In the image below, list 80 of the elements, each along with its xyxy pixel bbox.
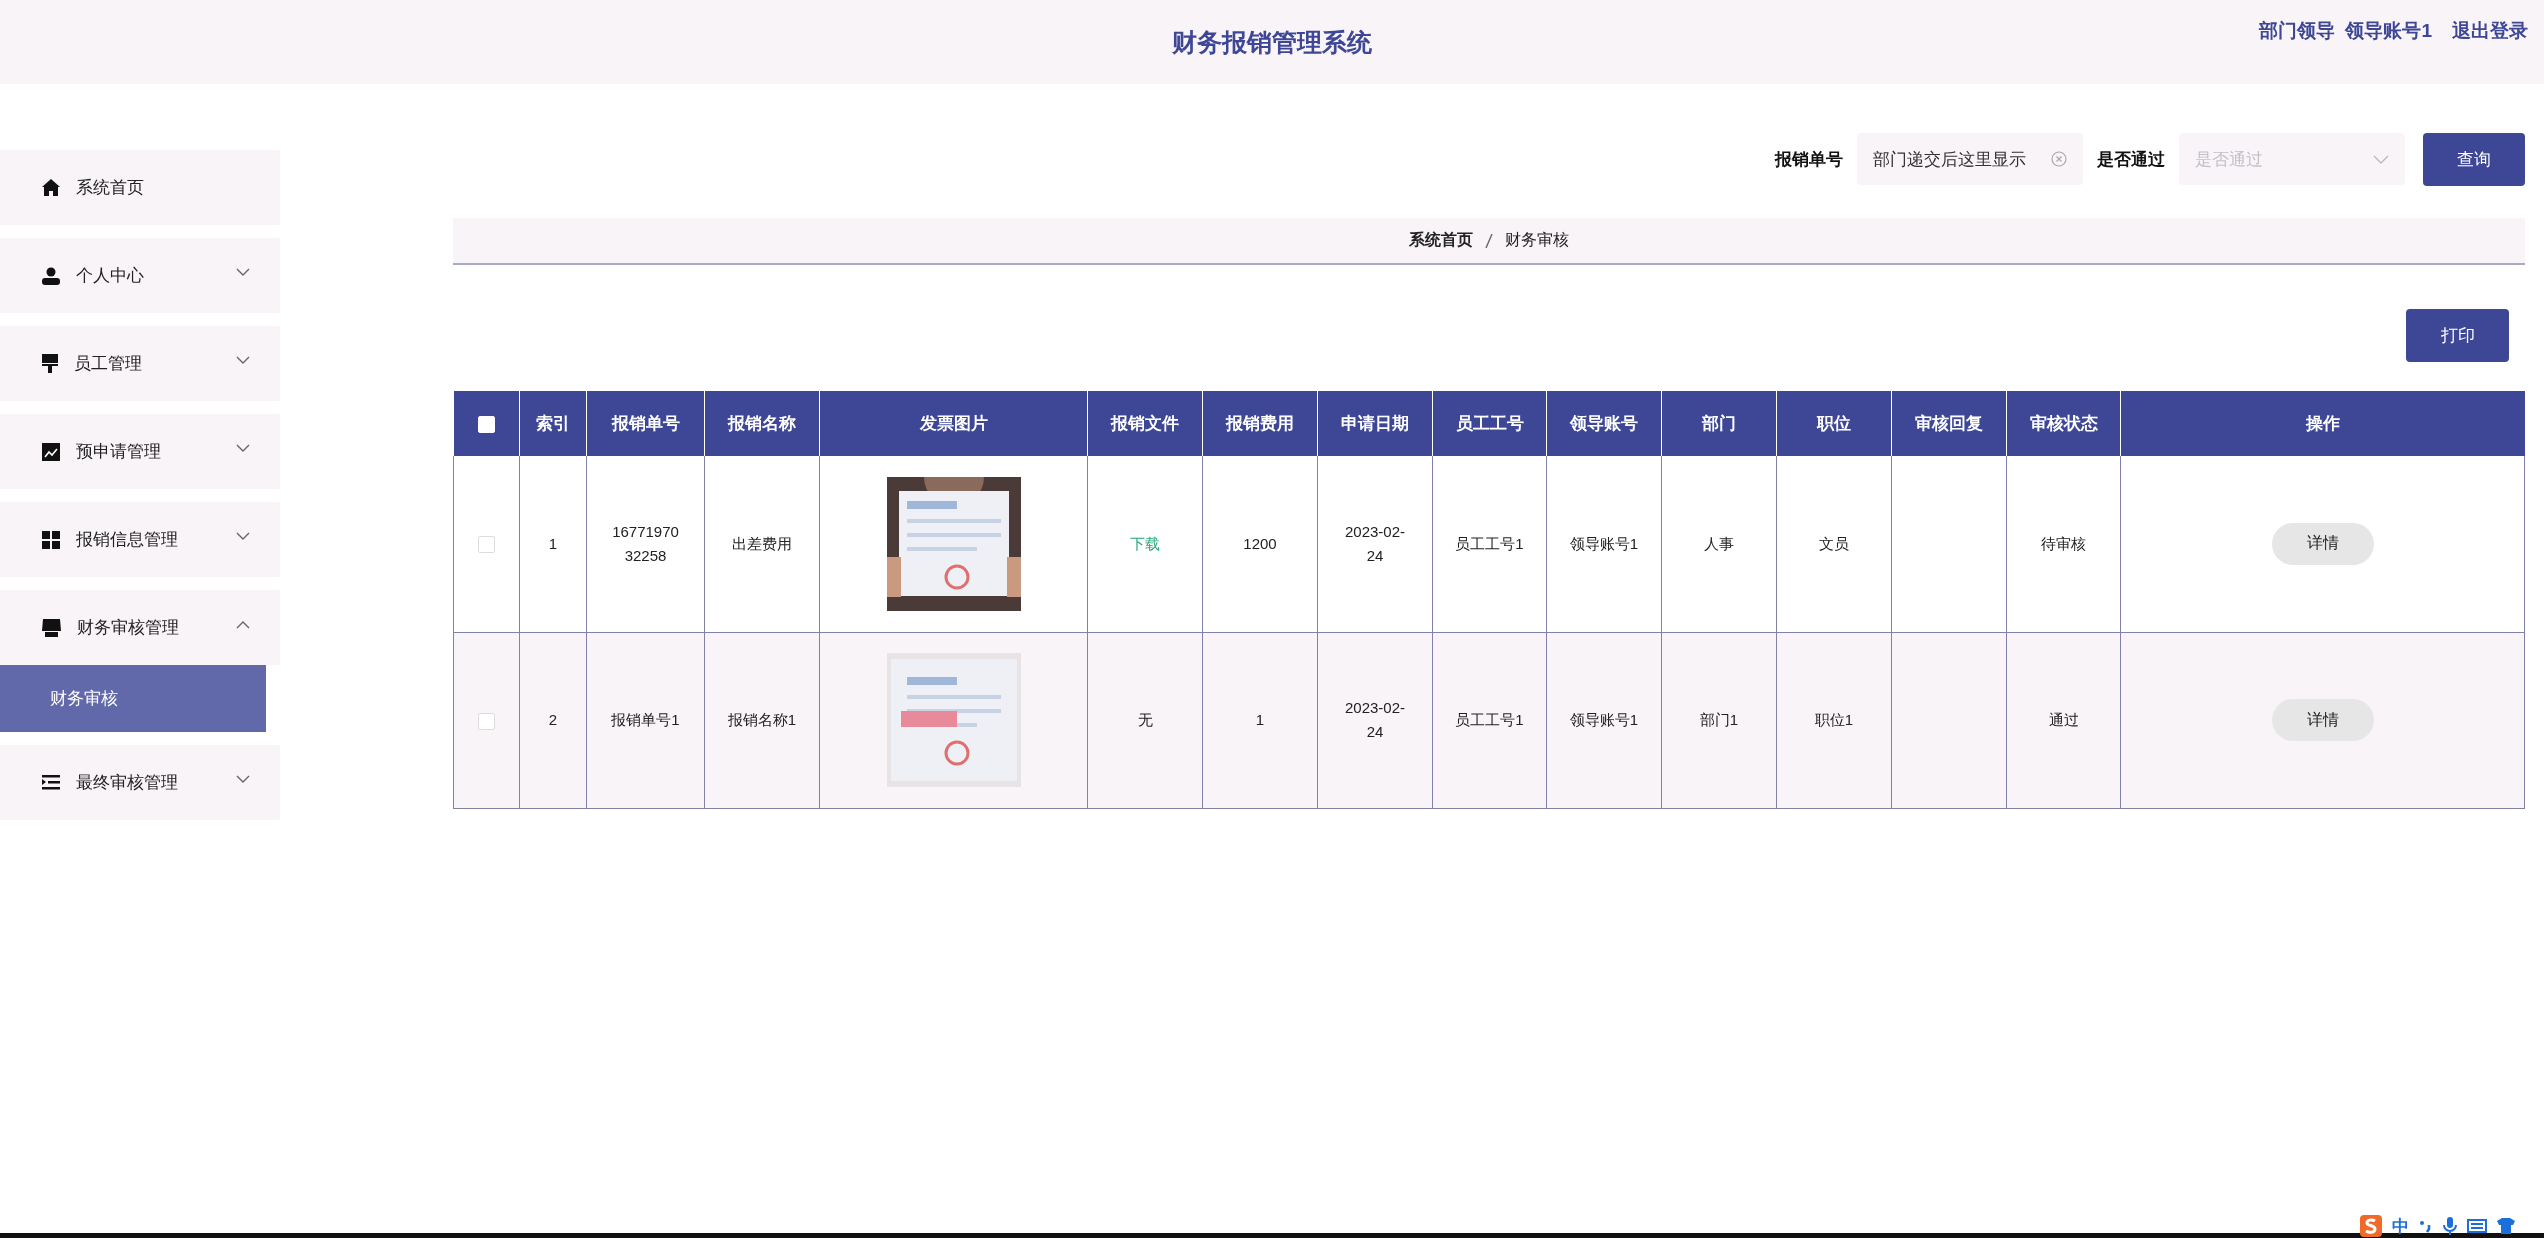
chevron-icon: [236, 532, 250, 541]
separator-icon: [1485, 233, 1493, 248]
menu-item[interactable]: 财务审核管理: [0, 590, 280, 665]
chart-icon: [42, 442, 60, 461]
keyboard-icon[interactable]: [2467, 1219, 2487, 1233]
detail-button[interactable]: 详情: [2271, 699, 2374, 741]
grid-icon: [42, 530, 60, 549]
list-icon: [42, 775, 60, 790]
breadcrumb-item[interactable]: 系统首页: [1409, 230, 1473, 251]
table-cell: 人事: [1704, 534, 1734, 552]
field-label: 是否通过: [2097, 148, 2165, 171]
table-cell: 2: [548, 711, 558, 728]
shirt-icon[interactable]: [2497, 1218, 2515, 1234]
checkbox[interactable]: [478, 712, 495, 730]
table-cell: 员工工号1: [1455, 711, 1524, 728]
column-header: 报销费用: [1226, 414, 1294, 433]
menu-item[interactable]: 最终审核管理: [0, 745, 280, 820]
table-cell: 领导账号1: [1569, 711, 1639, 728]
table-cell: 1: [1255, 711, 1265, 728]
table-cell: 部门1: [1699, 711, 1739, 728]
table-cell: 1677197032258: [612, 522, 679, 564]
home-icon: [42, 179, 60, 196]
column-header: 操作: [2305, 414, 2340, 433]
table-cell: 报销名称1: [727, 711, 797, 728]
checkbox[interactable]: [478, 536, 495, 554]
column-header: 职位: [1817, 414, 1851, 433]
column-header: 发票图片: [919, 414, 988, 433]
table-cell: 文员: [1819, 534, 1849, 552]
table-cell: 1200: [1243, 534, 1277, 552]
table-cell: 待审核: [2041, 534, 2086, 552]
input-mode[interactable]: 中: [2392, 1214, 2409, 1238]
field-label: 报销单号: [1775, 148, 1843, 171]
column-header: 部门: [1702, 414, 1736, 433]
ime-logo-icon[interactable]: [2360, 1215, 2382, 1237]
detail-button[interactable]: 详情: [2271, 522, 2374, 565]
chevron-icon: [236, 356, 250, 365]
chevron-icon: [236, 268, 250, 277]
chevron-icon: [236, 620, 250, 629]
chevron-icon: [236, 444, 250, 453]
user-role: 部门领导: [2259, 19, 2336, 43]
menu-item[interactable]: 员工管理: [0, 326, 280, 401]
table-cell: 2023-02-24: [1344, 699, 1405, 740]
submenu-item[interactable]: 财务审核: [0, 665, 266, 732]
user-name: 领导账号1: [2345, 19, 2432, 43]
table-cell: 员工工号1: [1455, 534, 1524, 552]
column-header: 审核回复: [1915, 414, 1983, 433]
table-cell: 报销单号1: [611, 711, 680, 728]
menu-item[interactable]: 个人中心: [0, 238, 280, 313]
table-cell: 无: [1137, 711, 1153, 728]
breadcrumb-item: 财务审核: [1505, 230, 1569, 250]
column-header: 索引: [536, 414, 570, 433]
user-icon: [42, 266, 60, 285]
microphone-icon[interactable]: [2443, 1217, 2457, 1235]
column-header: 审核状态: [2029, 414, 2098, 433]
chevron-icon: [236, 775, 250, 784]
print-button[interactable]: 打印: [2406, 309, 2509, 362]
dropdown-icon: [2373, 154, 2389, 164]
store-icon: [42, 618, 61, 637]
app-title: 财务报销管理系统: [1172, 26, 1372, 58]
table-cell: 1: [548, 534, 558, 552]
table-cell: 出差费用: [732, 534, 792, 552]
column-header: 员工工号: [1455, 414, 1524, 433]
table-cell: 领导账号1: [1569, 534, 1639, 552]
select-all-checkbox[interactable]: [478, 415, 495, 433]
column-header: 报销单号: [611, 414, 680, 433]
brush-icon: [42, 354, 58, 373]
input-field[interactable]: 部门递交后这里显示: [1857, 133, 2083, 185]
table-cell: 通过: [2048, 711, 2079, 728]
menu-item[interactable]: 报销信息管理: [0, 502, 280, 577]
column-header: 领导账号: [1570, 414, 1638, 433]
search-button[interactable]: 查询: [2423, 132, 2525, 186]
column-header: 报销名称: [728, 414, 796, 433]
table-cell: 职位1: [1814, 711, 1854, 728]
logout-link[interactable]: 退出登录: [2452, 18, 2528, 44]
punctuation-icon[interactable]: [2419, 1219, 2433, 1233]
column-header: 报销文件: [1111, 414, 1179, 433]
menu-item[interactable]: 系统首页: [0, 150, 280, 225]
table-cell: 2023-02-24: [1344, 522, 1405, 564]
menu-item[interactable]: 预申请管理: [0, 414, 280, 489]
column-header: 申请日期: [1341, 414, 1409, 433]
